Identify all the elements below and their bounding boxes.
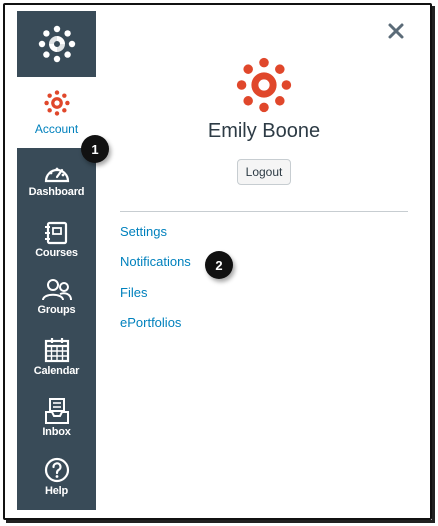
nav-inbox-label: Inbox	[42, 426, 71, 438]
link-eportfolios[interactable]: ePortfolios	[120, 315, 181, 330]
inbox-icon	[44, 398, 69, 424]
canvas-avatar-icon	[236, 57, 292, 113]
account-icon	[43, 89, 70, 116]
global-nav: Account Dashboard Courses Groups Calenda…	[17, 11, 96, 510]
step-callout-2: 2	[205, 251, 233, 279]
link-files[interactable]: Files	[120, 285, 147, 300]
step-callout-1: 1	[81, 135, 109, 163]
user-name: Emily Boone	[207, 120, 321, 142]
link-notifications[interactable]: Notifications	[120, 254, 191, 269]
close-icon	[388, 23, 404, 39]
nav-item-account[interactable]: Account	[17, 77, 96, 148]
canvas-logo-icon	[38, 25, 75, 63]
groups-icon	[41, 279, 72, 301]
user-avatar	[236, 57, 292, 113]
nav-item-courses[interactable]: Courses	[17, 211, 96, 269]
courses-icon	[44, 221, 67, 245]
calendar-icon	[44, 338, 69, 363]
nav-item-groups[interactable]: Groups	[17, 268, 96, 326]
nav-item-inbox[interactable]: Inbox	[17, 389, 96, 447]
nav-courses-label: Courses	[35, 247, 78, 259]
help-icon	[44, 457, 69, 483]
nav-groups-label: Groups	[37, 304, 76, 316]
nav-item-dashboard[interactable]: Dashboard	[17, 151, 96, 209]
nav-calendar-label: Calendar	[33, 365, 80, 377]
nav-dashboard-label: Dashboard	[28, 186, 85, 198]
tray-divider	[120, 211, 408, 212]
dashboard-icon	[44, 167, 69, 183]
close-tray-button[interactable]	[387, 22, 405, 40]
nav-help-label: Help	[44, 485, 69, 497]
nav-item-help[interactable]: Help	[17, 448, 96, 506]
link-settings[interactable]: Settings	[120, 224, 167, 239]
canvas-logo[interactable]	[17, 11, 96, 77]
nav-item-calendar[interactable]: Calendar	[17, 328, 96, 386]
logout-button[interactable]: Logout	[237, 159, 291, 185]
nav-account-label: Account	[34, 121, 79, 136]
